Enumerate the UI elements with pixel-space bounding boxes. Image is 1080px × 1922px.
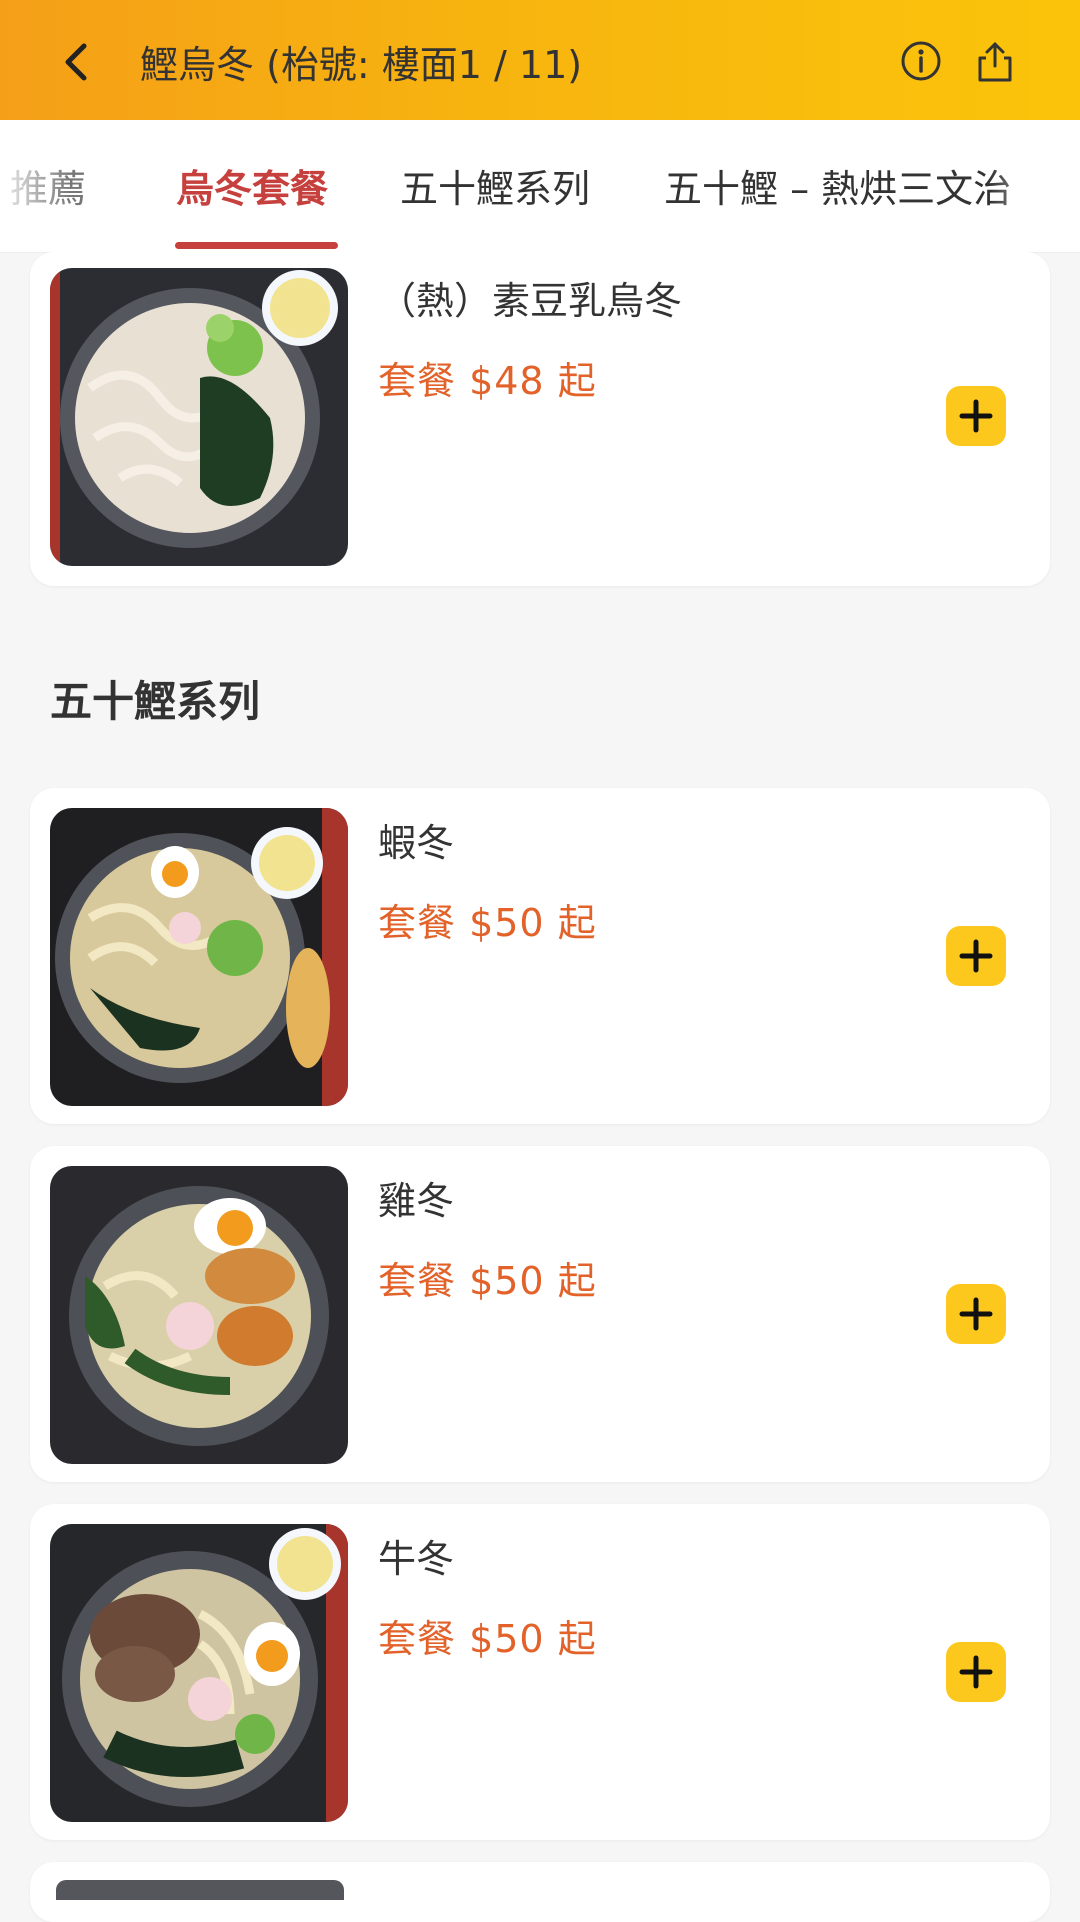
tabs-fade-left (0, 120, 70, 252)
tab-fifty-bonito-series[interactable]: 五十鰹系列 (400, 158, 590, 213)
food-photo (50, 1524, 348, 1822)
menu-item-card[interactable]: 蝦冬 套餐 $50 起 (30, 788, 1050, 1124)
item-price: 套餐 $48 起 (378, 359, 597, 403)
item-price: 套餐 $50 起 (378, 901, 597, 945)
food-photo (56, 1880, 344, 1900)
item-name: 牛冬 (378, 1537, 455, 1581)
tab-udon-set[interactable]: 烏冬套餐 (176, 158, 328, 213)
add-button[interactable] (946, 926, 1006, 986)
plus-icon (959, 939, 993, 973)
menu-item-card-partial[interactable] (30, 1862, 1050, 1922)
food-photo (50, 1166, 348, 1464)
menu-item-card[interactable]: 雞冬 套餐 $50 起 (30, 1146, 1050, 1482)
item-name: （熱）素豆乳烏冬 (378, 279, 683, 323)
page-title: 鰹烏冬 (枱號: 樓面1 / 11) (140, 43, 583, 87)
active-tab-indicator (175, 242, 338, 249)
add-button[interactable] (946, 1284, 1006, 1344)
share-icon[interactable] (972, 38, 1018, 84)
food-photo (50, 268, 348, 566)
item-name: 蝦冬 (378, 821, 455, 865)
header-bar: 鰹烏冬 (枱號: 樓面1 / 11) (0, 0, 1080, 120)
plus-icon (959, 1655, 993, 1689)
tab-fifty-bonito-sandwich[interactable]: 五十鰹 – 熱烘三文治 (664, 158, 1011, 213)
item-name: 雞冬 (378, 1179, 455, 1223)
add-button[interactable] (946, 386, 1006, 446)
item-price: 套餐 $50 起 (378, 1617, 597, 1661)
menu-item-card[interactable]: （熱）素豆乳烏冬 套餐 $48 起 (30, 252, 1050, 586)
category-tabs: 推薦 烏冬套餐 五十鰹系列 五十鰹 – 熱烘三文治 (0, 120, 1080, 253)
plus-icon (959, 399, 993, 433)
section-title: 五十鰹系列 (50, 677, 261, 726)
item-price: 套餐 $50 起 (378, 1259, 597, 1303)
menu-item-card[interactable]: 牛冬 套餐 $50 起 (30, 1504, 1050, 1840)
food-photo (50, 808, 348, 1106)
plus-icon (959, 1297, 993, 1331)
add-button[interactable] (946, 1642, 1006, 1702)
chevron-left-icon[interactable] (54, 38, 102, 86)
info-icon[interactable] (898, 38, 944, 84)
tabs-fade-right (990, 120, 1080, 252)
